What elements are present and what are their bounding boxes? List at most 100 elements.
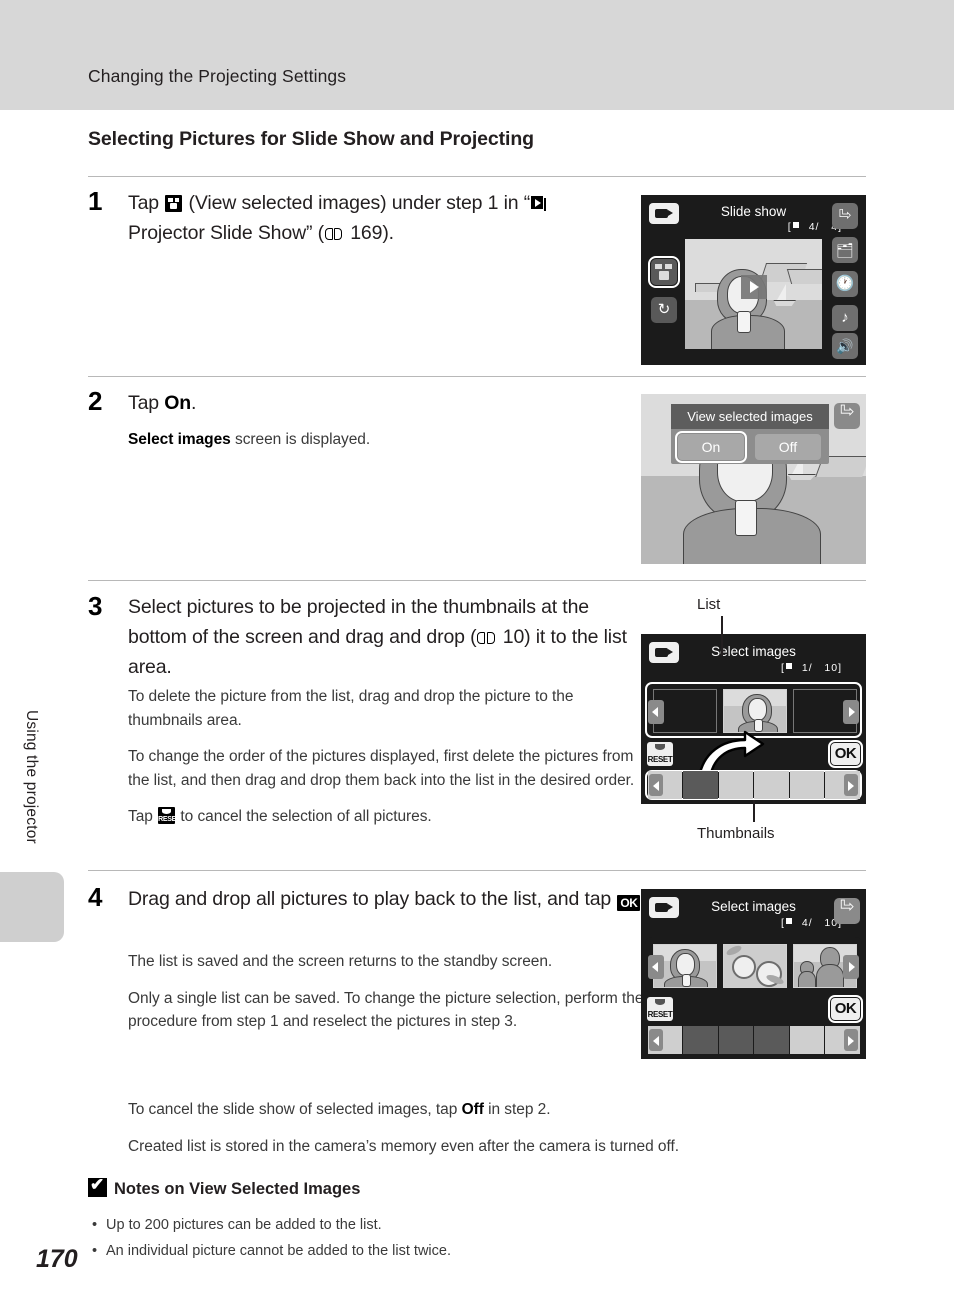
photo-mountain <box>786 269 822 284</box>
counter-total: 10] <box>824 662 842 674</box>
step-4-body-line-2: Only a single list can be saved. To chan… <box>128 989 644 1031</box>
background-music-button[interactable]: ♪ <box>832 305 858 331</box>
step-1-text-pre: Tap <box>128 192 165 214</box>
volume-button[interactable]: 🔊 <box>832 333 858 359</box>
preview-photo <box>685 239 822 349</box>
option-on-button[interactable]: On <box>674 430 748 464</box>
thumbnail-cell[interactable] <box>683 1026 718 1054</box>
screen4-counter: [4/ 10] <box>781 917 842 929</box>
step-1-ref-page: 169). <box>344 222 394 244</box>
step-4-number: 4 <box>88 882 103 912</box>
step-3-body-line-2: To change the order of the pictures disp… <box>128 748 635 789</box>
vsi-tile-3 <box>659 271 669 280</box>
view-selected-images-button[interactable] <box>647 255 681 289</box>
counter-current: 1/ <box>801 662 813 674</box>
step-4-text-pre: Drag and drop all pictures to play back … <box>128 888 617 910</box>
step-2-text-post: . <box>191 392 197 414</box>
thumbnails-prev-button[interactable] <box>649 1029 663 1051</box>
book-reference-icon <box>477 631 496 645</box>
thumbnail-cell[interactable] <box>683 771 718 799</box>
thumbnails-strip[interactable] <box>645 770 862 800</box>
list-area[interactable] <box>645 937 862 993</box>
step-3-body-line-3: Tap RESET to cancel the selection of all… <box>128 805 638 829</box>
person-face <box>676 953 695 976</box>
rule-above-step-1 <box>88 176 866 177</box>
step-3-body-line-1: To delete the picture from the list, dra… <box>128 688 574 729</box>
back-button[interactable] <box>834 403 860 429</box>
book-reference-icon <box>324 227 344 241</box>
reset-button[interactable]: RESET <box>647 997 673 1021</box>
camera-screen-view-selected-images: View selected images On Off <box>641 394 866 564</box>
list-next-button[interactable] <box>843 700 859 724</box>
step-3-heading: Select pictures to be projected in the t… <box>128 592 643 682</box>
clock-icon: 🕐 <box>835 275 855 292</box>
running-header-band <box>0 0 954 110</box>
back-button[interactable]: ⏎ <box>832 203 858 229</box>
step-3-number: 3 <box>88 591 103 621</box>
option-off-button[interactable]: Off <box>755 434 821 460</box>
thumbnail-cell[interactable] <box>718 771 753 799</box>
callout-list-label: List <box>697 596 721 613</box>
step-1-number: 1 <box>88 186 103 216</box>
step-2-heading: Tap On. <box>128 388 628 418</box>
thumbnails-prev-button[interactable] <box>649 774 663 796</box>
ok-button[interactable]: OK <box>827 739 864 769</box>
reset-button[interactable]: RESET <box>647 742 673 766</box>
volume-icon: 🔊 <box>836 338 854 354</box>
step-1-text-mid: (View selected images) under step 1 in “ <box>183 192 531 214</box>
interval-button[interactable]: 🕐 <box>832 271 858 297</box>
thumbnails-next-button[interactable] <box>844 774 858 796</box>
list-prev-button[interactable] <box>648 955 664 979</box>
slot-adult <box>816 947 844 987</box>
camera-screen-select-images-step3: Select images [1/ 10] RESET OK <box>641 634 866 804</box>
list-slot-filled[interactable] <box>723 689 787 733</box>
step-2-text-pre: Tap <box>128 392 165 414</box>
callout-thumbnails-line <box>753 800 755 822</box>
image-mode-icon <box>785 663 792 669</box>
copy-icon: 🗂 <box>836 242 854 258</box>
thumbnails-strip[interactable] <box>645 1025 862 1055</box>
callout-thumbnails-label: Thumbnails <box>697 825 775 842</box>
flower-1 <box>732 955 756 979</box>
thumbnail-cell[interactable] <box>754 1026 789 1054</box>
back-icon: ⏎ <box>838 207 852 224</box>
running-header-title: Changing the Projecting Settings <box>88 66 347 86</box>
vsi-tile-2 <box>665 264 672 269</box>
play-button-overlay[interactable] <box>741 275 767 299</box>
step-1-text-post: Projector Slide Show” ( <box>128 222 324 244</box>
list-next-button[interactable] <box>843 955 859 979</box>
counter-open: [ <box>787 221 792 233</box>
copy-button[interactable]: 🗂 <box>832 237 858 263</box>
step-4-body-line-1: The list is saved and the screen returns… <box>128 953 553 970</box>
step-4-off-post: in step 2. <box>483 1101 551 1118</box>
notes-heading-text: Notes on View Selected Images <box>114 1180 361 1198</box>
music-icon: ♪ <box>841 309 849 326</box>
thumbnail-cell[interactable] <box>789 1026 824 1054</box>
notes-heading: Notes on View Selected Images <box>88 1175 361 1199</box>
projector-slideshow-icon <box>531 196 549 212</box>
thumbnail-cell[interactable] <box>754 771 789 799</box>
camera-screen-select-images-step4: Select images [4/ 10] ⏎ RESET OK <box>641 889 866 1059</box>
step-3-body: To delete the picture from the list, dra… <box>128 685 638 829</box>
reset-label: RESET <box>647 1010 673 1019</box>
slot-child <box>798 961 816 987</box>
thumbnail-cell[interactable] <box>718 1026 753 1054</box>
ok-button[interactable]: OK <box>827 994 864 1024</box>
rule-above-step-2 <box>88 376 866 377</box>
step-4-option-off: Off <box>461 1101 484 1118</box>
step-3-reset-pre: Tap <box>128 808 158 825</box>
list-slot-filled[interactable] <box>723 944 787 988</box>
caution-check-icon <box>88 1175 107 1197</box>
view-selected-images-dialog: View selected images On Off <box>671 404 829 464</box>
person-hand <box>737 311 751 333</box>
loop-icon: ↻ <box>657 301 671 318</box>
thumbnails-next-button[interactable] <box>844 1029 858 1051</box>
back-button[interactable] <box>834 898 860 924</box>
loop-button[interactable]: ↻ <box>651 297 677 323</box>
select-images-emphasis: Select images <box>128 431 231 448</box>
step-4-heading: Drag and drop all pictures to play back … <box>128 884 648 914</box>
thumbnail-cell[interactable] <box>789 771 824 799</box>
step-4-cancel-line: To cancel the slide show of selected ima… <box>128 1098 848 1122</box>
list-prev-button[interactable] <box>648 700 664 724</box>
chapter-label: Using the projector <box>23 710 40 844</box>
